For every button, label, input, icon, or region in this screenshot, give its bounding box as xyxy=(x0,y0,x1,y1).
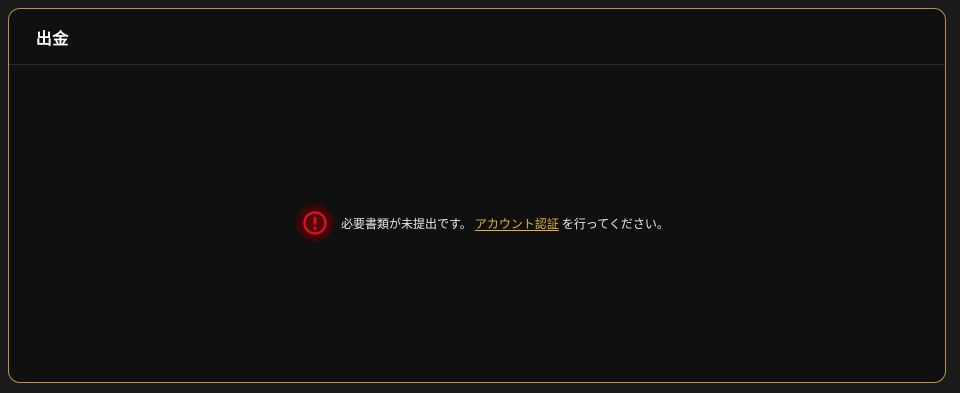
verification-notice: 必要書類が未提出です。 アカウント認証 を行ってください。 xyxy=(296,203,669,243)
account-verification-link[interactable]: アカウント認証 xyxy=(475,217,559,231)
withdrawal-panel: 出金 必要書類が未提出です。 アカウント認証 を行ってください。 xyxy=(8,8,946,383)
page-title: 出金 xyxy=(36,28,70,48)
notice-message-before: 必要書類が未提出です。 xyxy=(341,216,472,231)
panel-body: 必要書類が未提出です。 アカウント認証 を行ってください。 xyxy=(9,65,945,382)
notice-message: 必要書類が未提出です。 アカウント認証 を行ってください。 xyxy=(341,215,669,232)
alert-circle-icon xyxy=(296,204,334,242)
notice-message-after: を行ってください。 xyxy=(561,216,669,231)
panel-header: 出金 xyxy=(9,9,945,65)
